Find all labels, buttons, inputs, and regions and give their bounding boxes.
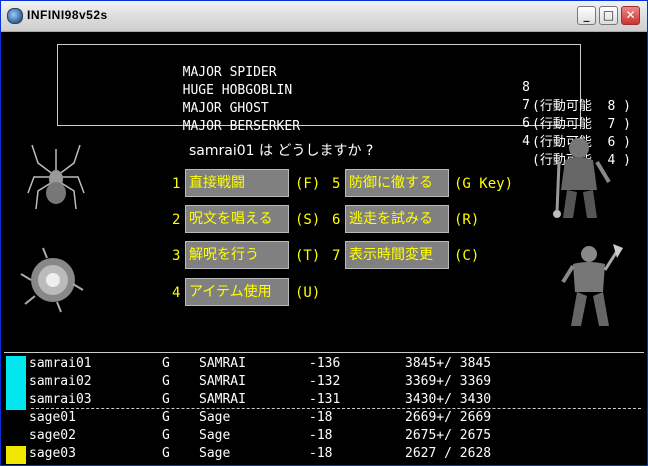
enemy-list: MAJOR SPIDER 8 (行動可能 8 ) HUGE HOBGOBLIN …: [57, 44, 631, 168]
enemy-action: (行動可能 8 ): [532, 99, 631, 114]
party-row[interactable]: samrai03 G SAMRAI -131 3430+/ 3430: [4, 392, 644, 410]
character-name: samrai03: [29, 392, 92, 407]
class: Sage: [199, 428, 231, 443]
alignment: G: [162, 356, 170, 371]
status-color-bar: [6, 446, 26, 464]
spider-icon: [27, 144, 85, 210]
maximize-button[interactable]: □: [599, 6, 618, 25]
title-bar[interactable]: INFINI98v52s _ □ ✕: [1, 1, 647, 32]
character-name: sage02: [29, 428, 76, 443]
enemy-name: MAJOR BERSERKER: [182, 119, 301, 134]
berserker-icon: [561, 244, 623, 326]
class: SAMRAI: [199, 374, 246, 389]
command-number: 5: [332, 176, 341, 192]
enemy-count: 4: [522, 134, 530, 149]
status-color-bar: [6, 374, 26, 392]
character-name: sage03: [29, 446, 76, 461]
game-screen: MAJOR SPIDER 8 (行動可能 8 ) HUGE HOBGOBLIN …: [4, 32, 644, 464]
enemy-count: 8: [522, 80, 530, 95]
character-name: sage01: [29, 410, 76, 425]
class: Sage: [199, 410, 231, 425]
close-button[interactable]: ✕: [621, 6, 640, 25]
dispel-button[interactable]: 解呪を行う: [185, 241, 289, 269]
alignment: G: [162, 446, 170, 461]
hit-points: 2675+/ 2675: [405, 428, 492, 443]
status-color-bar: [6, 428, 26, 446]
hit-points: 2669+/ 2669: [405, 410, 492, 425]
command-number: 3: [172, 248, 181, 264]
party-row[interactable]: sage01 G Sage -18 2669+/ 2669: [4, 410, 644, 428]
alignment: G: [162, 428, 170, 443]
run-away-button[interactable]: 逃走を試みる: [345, 205, 449, 233]
enemy-action: (行動可能 7 ): [532, 117, 631, 132]
status-color-bar: [6, 356, 26, 374]
command-number: 6: [332, 212, 341, 228]
window-title: INFINI98v52s: [27, 8, 108, 22]
armor-class: -18: [309, 410, 333, 425]
use-item-button[interactable]: アイテム使用: [185, 278, 289, 306]
enemy-row: HUGE HOBGOBLIN 7 (行動可能 7 ): [120, 68, 631, 132]
app-icon[interactable]: [7, 8, 23, 24]
command-hotkey: (R): [454, 212, 480, 228]
hit-points: 3845+/ 3845: [405, 356, 492, 371]
command-number: 4: [172, 285, 181, 301]
class: Sage: [199, 446, 231, 461]
armor-class: -18: [309, 446, 333, 461]
status-color-bar: [6, 392, 26, 410]
command-number: 2: [172, 212, 181, 228]
fight-button[interactable]: 直接戦闘: [185, 169, 289, 197]
status-color-bar: [6, 410, 26, 428]
party-row[interactable]: samrai02 G SAMRAI -132 3369+/ 3369: [4, 374, 644, 392]
command-hotkey: (U): [295, 285, 321, 301]
enemy-row: MAJOR SPIDER 8 (行動可能 8 ): [120, 50, 631, 114]
ghost-icon: [20, 247, 84, 313]
party-row[interactable]: sage03 G Sage -18 2627 / 2628: [4, 446, 644, 464]
row-divider: [31, 408, 641, 409]
action-prompt: samrai01 は どうしますか ?: [189, 143, 374, 159]
armor-class: -18: [309, 428, 333, 443]
cast-spell-button[interactable]: 呪文を唱える: [185, 205, 289, 233]
hit-points: 3430+/ 3430: [405, 392, 492, 407]
party-row[interactable]: sage02 G Sage -18 2675+/ 2675: [4, 428, 644, 446]
minimize-button[interactable]: _: [577, 6, 596, 25]
class: SAMRAI: [199, 356, 246, 371]
game-window: INFINI98v52s _ □ ✕ MAJOR SPIDER 8 (行動可能 …: [0, 0, 648, 466]
party-roster: samrai01 G SAMRAI -136 3845+/ 3845 samra…: [4, 352, 644, 464]
hit-points: 2627 / 2628: [405, 446, 492, 461]
display-time-button[interactable]: 表示時間変更: [345, 241, 449, 269]
enemy-count: 6: [522, 116, 530, 131]
defend-button[interactable]: 防御に徹する: [345, 169, 449, 197]
armor-class: -136: [309, 356, 341, 371]
armor-class: -131: [309, 392, 341, 407]
armor-class: -132: [309, 374, 341, 389]
command-number: 1: [172, 176, 181, 192]
command-hotkey: (S): [295, 212, 321, 228]
class: SAMRAI: [199, 392, 246, 407]
hobgoblin-icon: [553, 138, 611, 218]
command-hotkey: (G Key): [454, 176, 514, 192]
alignment: G: [162, 392, 170, 407]
alignment: G: [162, 374, 170, 389]
enemy-row: MAJOR GHOST 6 (行動可能 6 ): [120, 86, 631, 150]
command-hotkey: (F): [295, 176, 321, 192]
hit-points: 3369+/ 3369: [405, 374, 492, 389]
enemy-count: 7: [522, 98, 530, 113]
command-hotkey: (C): [454, 248, 480, 264]
character-name: samrai01: [29, 356, 92, 371]
command-hotkey: (T): [295, 248, 321, 264]
party-row[interactable]: samrai01 G SAMRAI -136 3845+/ 3845: [4, 356, 644, 374]
command-number: 7: [332, 248, 341, 264]
enemy-row: MAJOR BERSERKER 4 (行動可能 4 ): [120, 104, 631, 168]
character-name: samrai02: [29, 374, 92, 389]
alignment: G: [162, 410, 170, 425]
